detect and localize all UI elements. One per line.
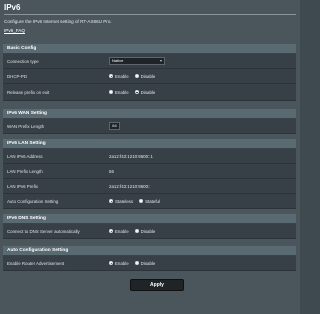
lan-setting-header: IPv6 LAN Setting <box>3 139 296 149</box>
dhcp-pd-label: DHCP-PD <box>7 73 28 79</box>
stateless-radio[interactable]: Stateless <box>109 199 133 204</box>
stateful-radio[interactable]: Stateful <box>139 199 160 204</box>
radio-unselected-icon <box>134 261 139 265</box>
wan-setting-header: IPv6 WAN Setting <box>3 109 296 119</box>
auto-configuration-section: Auto Configuration Setting Enable Router… <box>3 246 296 271</box>
auto-config-setting-row: Auto Configuration Setting Stateless Sta… <box>3 194 296 209</box>
ipv6-settings-page: IPv6 Configure the IPv6 Internet setting… <box>0 0 300 314</box>
connect-dns-enable-label: Enable <box>115 228 129 234</box>
connect-dns-enable-radio[interactable]: Enable <box>109 229 129 234</box>
dhcp-pd-enable-radio[interactable]: Enable <box>109 74 129 79</box>
radio-unselected-icon <box>109 90 113 94</box>
apply-button[interactable]: Apply <box>130 279 184 291</box>
dhcp-pd-disable-label: Disable <box>140 73 156 79</box>
dns-setting-section: IPv6 DNS Setting Connect to DNS Server a… <box>3 214 296 239</box>
wan-prefix-length-row: WAN Prefix Length 64 <box>3 119 296 134</box>
radio-selected-icon <box>134 90 139 94</box>
lan-address-value: 2a12:f43:1210:9600::1 <box>109 153 153 159</box>
basic-config-header: Basic Config <box>3 44 296 54</box>
lan-address-row: LAN IPv6 Address 2a12:f43:1210:9600::1 <box>3 149 296 164</box>
router-adv-disable-radio[interactable]: Disable <box>134 260 156 266</box>
basic-config-section: Basic Config Connection type Native ▾ DH… <box>3 44 296 101</box>
chevron-down-icon: ▾ <box>159 58 162 63</box>
page-description: Configure the IPv6 Internet setting of R… <box>4 19 112 24</box>
router-adv-enable-label: Enable <box>115 260 129 266</box>
connect-dns-row: Connect to DNS Server automatically Enab… <box>3 224 296 239</box>
wan-setting-section: IPv6 WAN Setting WAN Prefix Length 64 <box>3 109 296 134</box>
release-prefix-disable-radio[interactable]: Disable <box>134 89 156 95</box>
stateless-label: Stateless <box>115 198 134 204</box>
release-prefix-enable-label: Enable <box>115 89 129 95</box>
ipv6-faq-link[interactable]: IPv6_FAQ <box>4 28 25 33</box>
dhcp-pd-row: DHCP-PD Enable Disable <box>3 69 296 84</box>
auto-config-setting-label: Auto Configuration Setting <box>7 198 59 204</box>
connect-dns-label: Connect to DNS Server automatically <box>7 228 80 234</box>
radio-selected-icon <box>109 74 113 78</box>
router-advertisement-row: Enable Router Advertisement Enable Disab… <box>3 256 296 271</box>
release-prefix-disable-label: Disable <box>140 89 156 95</box>
title-divider <box>4 14 296 15</box>
dns-setting-header: IPv6 DNS Setting <box>3 214 296 224</box>
radio-selected-icon <box>109 199 113 203</box>
radio-selected-icon <box>109 229 113 233</box>
radio-unselected-icon <box>134 229 139 233</box>
lan-prefix-value: 2a12:f43:1210:9600:: <box>109 183 151 189</box>
connect-dns-disable-label: Disable <box>140 228 156 234</box>
release-prefix-enable-radio[interactable]: Enable <box>109 90 129 95</box>
dhcp-pd-disable-radio[interactable]: Disable <box>134 73 156 79</box>
lan-setting-section: IPv6 LAN Setting LAN IPv6 Address 2a12:f… <box>3 139 296 209</box>
connection-type-label: Connection type <box>7 58 39 64</box>
wan-prefix-length-label: WAN Prefix Length <box>7 123 45 129</box>
router-adv-disable-label: Disable <box>140 260 156 266</box>
router-advertisement-label: Enable Router Advertisement <box>7 260 65 266</box>
connection-type-select[interactable]: Native ▾ <box>109 57 165 65</box>
wan-prefix-length-input[interactable]: 64 <box>109 122 120 130</box>
release-prefix-row: Release prefix on exit Enable Disable <box>3 84 296 101</box>
page-title: IPv6 <box>4 3 21 12</box>
lan-address-label: LAN IPv6 Address <box>7 153 43 159</box>
dhcp-pd-enable-label: Enable <box>115 73 129 79</box>
radio-selected-icon <box>109 261 113 265</box>
connection-type-row: Connection type Native ▾ <box>3 54 296 69</box>
lan-prefix-label: LAN IPv6 Prefix <box>7 183 38 189</box>
router-adv-enable-radio[interactable]: Enable <box>109 261 129 266</box>
lan-prefix-length-label: LAN Prefix Length <box>7 168 43 174</box>
radio-unselected-icon <box>139 199 144 203</box>
lan-prefix-row: LAN IPv6 Prefix 2a12:f43:1210:9600:: <box>3 179 296 194</box>
radio-unselected-icon <box>134 74 139 78</box>
connection-type-value: Native <box>112 58 124 63</box>
release-prefix-label: Release prefix on exit <box>7 89 50 95</box>
auto-configuration-header: Auto Configuration Setting <box>3 246 296 256</box>
lan-prefix-length-value: 56 <box>109 168 114 174</box>
stateful-label: Stateful <box>145 198 160 204</box>
lan-prefix-length-row: LAN Prefix Length 56 <box>3 164 296 179</box>
connect-dns-disable-radio[interactable]: Disable <box>134 228 156 234</box>
